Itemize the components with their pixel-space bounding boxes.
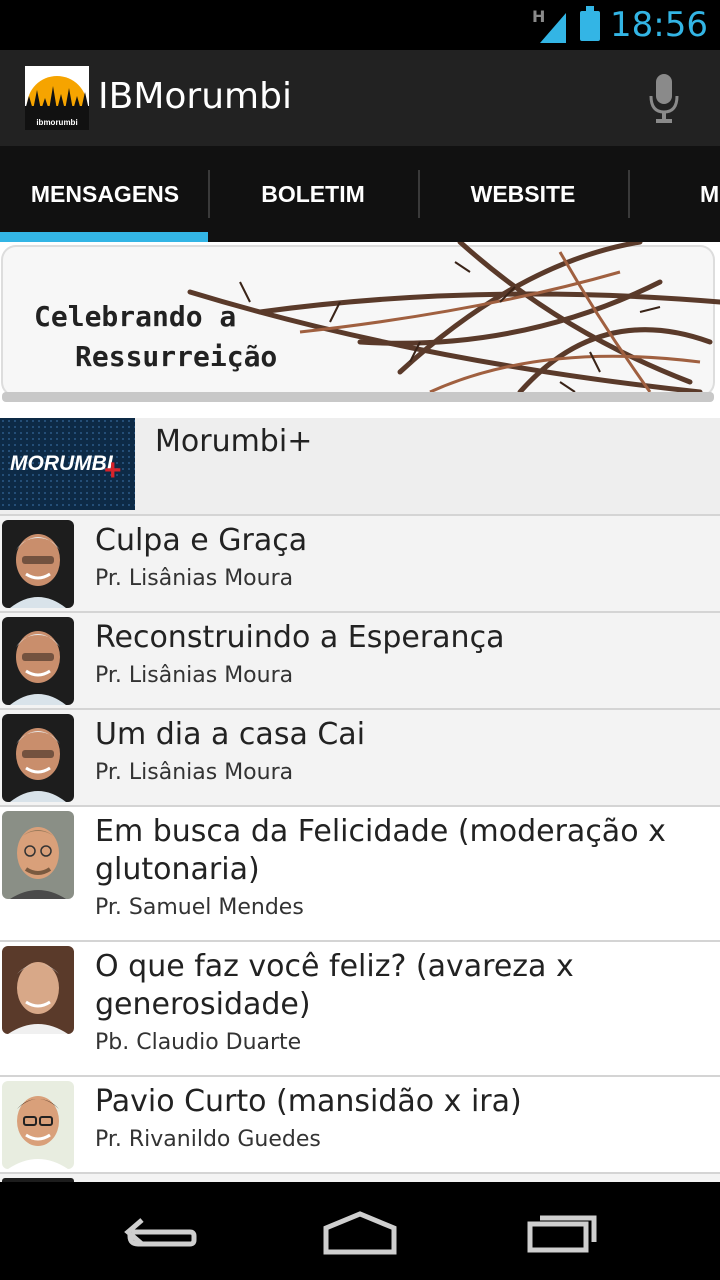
message-speaker: Pr. Rivanildo Guedes xyxy=(95,1127,321,1152)
list-item[interactable]: Pavio Curto (mansidão x ira) Pr. Rivanil… xyxy=(0,1077,720,1174)
microphone-icon[interactable] xyxy=(648,74,680,124)
banner-line-1: Celebrando a xyxy=(34,300,237,333)
home-icon[interactable] xyxy=(320,1202,400,1262)
tab-mensagens[interactable]: MENSAGENS xyxy=(0,146,210,242)
tab-more[interactable]: M xyxy=(700,146,720,242)
message-speaker: Pr. Lisânias Moura xyxy=(95,760,294,785)
message-title: O que faz você feliz? (avareza x generos… xyxy=(95,949,574,1022)
speaker-avatar xyxy=(2,520,74,608)
list-item[interactable]: Em busca da Felicidade (moderação x glut… xyxy=(0,807,720,942)
list-item[interactable]: Culpa e Graça Pr. Lisânias Moura xyxy=(0,516,720,613)
message-title: Culpa e Graça xyxy=(95,523,308,558)
tab-label: MENSAGENS xyxy=(30,180,180,207)
morumbi-plus-thumbnail: MORUMBI + xyxy=(0,418,135,510)
tab-label: M xyxy=(700,180,720,207)
list-item[interactable]: O que faz você feliz? (avareza x generos… xyxy=(0,942,720,1077)
featured-title: Morumbi+ xyxy=(155,424,313,459)
banner-line-2: Ressurreição xyxy=(75,340,278,373)
banner[interactable]: Celebrando a Ressurreição xyxy=(0,242,720,418)
message-speaker: Pr. Samuel Mendes xyxy=(95,895,304,920)
list-item[interactable]: Reconstruindo a Esperança Pr. Lisânias M… xyxy=(0,613,720,710)
navigation-bar xyxy=(0,1184,720,1280)
list-item-partial[interactable] xyxy=(0,1174,720,1182)
app-logo-icon: ibmorumbi xyxy=(25,66,89,130)
message-list[interactable]: Celebrando a Ressurreição MORUMBI + Moru… xyxy=(0,242,720,1182)
speaker-avatar xyxy=(2,617,74,705)
tab-divider xyxy=(628,170,630,218)
speaker-avatar xyxy=(2,1081,74,1169)
message-speaker: Pr. Lisânias Moura xyxy=(95,566,294,591)
tab-bar: MENSAGENS BOLETIM WEBSITE M xyxy=(0,146,720,242)
battery-icon xyxy=(580,6,601,41)
tab-label: BOLETIM xyxy=(261,180,365,207)
speaker-avatar xyxy=(2,811,74,899)
tab-website[interactable]: WEBSITE xyxy=(418,146,628,242)
message-title: Um dia a casa Cai xyxy=(95,717,366,752)
message-speaker: Pr. Lisânias Moura xyxy=(95,663,294,688)
signal-icon: H xyxy=(532,7,570,43)
back-icon[interactable] xyxy=(120,1202,200,1262)
featured-row[interactable]: MORUMBI + Morumbi+ xyxy=(0,418,720,516)
speaker-avatar xyxy=(2,1178,74,1182)
tab-label: WEBSITE xyxy=(470,180,576,207)
list-item[interactable]: Um dia a casa Cai Pr. Lisânias Moura xyxy=(0,710,720,807)
clock: 18:56 xyxy=(610,5,708,45)
message-title: Em busca da Felicidade (moderação x glut… xyxy=(95,814,666,887)
action-bar: ibmorumbi IBMorumbi xyxy=(0,50,720,146)
featured-logo-text: MORUMBI xyxy=(10,452,114,475)
svg-text:ibmorumbi: ibmorumbi xyxy=(36,118,77,127)
message-speaker: Pb. Claudio Duarte xyxy=(95,1030,302,1055)
speaker-avatar xyxy=(2,946,74,1034)
recent-apps-icon[interactable] xyxy=(522,1202,602,1262)
svg-text:+: + xyxy=(104,454,122,487)
message-title: Pavio Curto (mansidão x ira) xyxy=(95,1084,522,1119)
speaker-avatar xyxy=(2,714,74,802)
app-title: IBMorumbi xyxy=(98,76,292,117)
tab-boletim[interactable]: BOLETIM xyxy=(208,146,418,242)
status-bar: H 18:56 xyxy=(0,0,720,50)
message-title: Reconstruindo a Esperança xyxy=(95,620,505,655)
